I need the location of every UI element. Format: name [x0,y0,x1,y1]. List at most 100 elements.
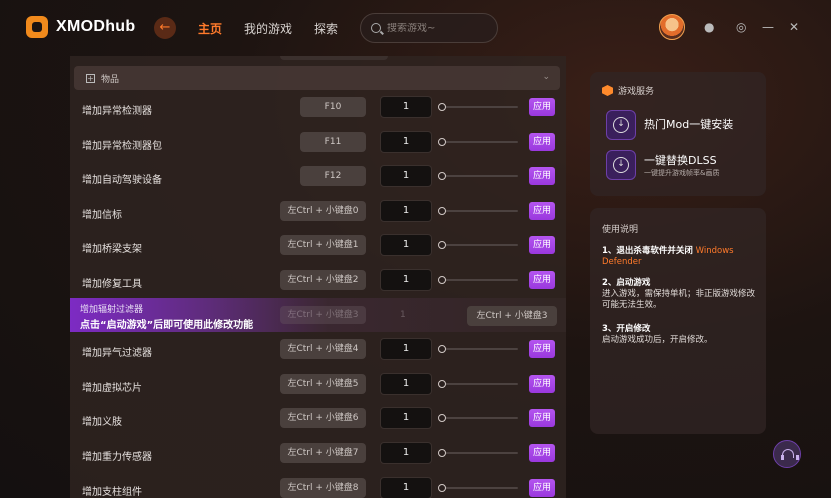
mod-label: 增加重力传感器 [82,452,152,463]
slider-handle[interactable] [438,172,446,180]
app-logo[interactable]: XMODhub [26,16,135,38]
slider-handle[interactable] [438,276,446,284]
help-step-2: 2、启动游戏 进入游戏，需保持单机；非正版游戏修改可能无法生效。 [602,278,762,311]
apply-button[interactable]: 应用 [529,236,555,254]
quantity-input[interactable]: 1 [380,165,432,187]
service-mod-install[interactable]: ↓ 热门Mod一键安装 [606,110,756,142]
slider-handle[interactable] [438,138,446,146]
quantity-input[interactable]: 1 [380,373,432,395]
search-input[interactable] [387,22,487,34]
slider-handle[interactable] [438,207,446,215]
close-icon[interactable]: ✕ [789,20,799,34]
slider-handle[interactable] [438,103,446,111]
minimize-icon[interactable]: — [762,20,774,34]
list-item: 增加虚拟芯片 左Ctrl + 小键盘5 1 应用 [70,368,566,402]
quantity-slider[interactable] [438,276,518,284]
quantity-slider[interactable] [438,172,518,180]
hotkey-field[interactable]: F12 [300,166,366,186]
hotkey-field[interactable]: 左Ctrl + 小键盘5 [280,374,366,394]
apply-button[interactable]: 应用 [529,133,555,151]
expand-icon: + [86,73,95,83]
slider-handle[interactable] [438,484,446,492]
quantity-slider[interactable] [438,380,518,388]
section-header-items[interactable]: + 物品 ⌄ [74,66,560,90]
quantity-input[interactable]: 1 [380,407,432,429]
quantity-slider[interactable] [438,207,518,215]
apply-button[interactable]: 应用 [529,271,555,289]
list-item: 增加信标 左Ctrl + 小键盘0 1 应用 [70,195,566,229]
step-heading: 启动游戏 [616,278,651,288]
quantity-input[interactable]: 1 [380,477,432,498]
list-item: 增加重力传感器 左Ctrl + 小键盘7 1 应用 [70,437,566,471]
hotkey-field[interactable]: 左Ctrl + 小键盘3 [467,306,557,326]
step-body: 进入游戏，需保持单机；非正版游戏修改可能无法生效。 [602,289,756,310]
hotkey-field[interactable]: 左Ctrl + 小键盘2 [280,270,366,290]
service-dlss-replace[interactable]: ↓ 一键替换DLSS 一键提升游戏帧率&画质 [606,150,756,182]
help-step-3: 3、开启修改 启动游戏成功后，开启修改。 [602,324,762,346]
step-body: 启动游戏成功后，开启修改。 [602,335,713,345]
avatar[interactable] [659,14,685,40]
download-button[interactable]: ↓ [606,150,636,180]
disabled-mod-row: 增加辐射过滤器 点击“启动游戏”后即可使用此修改功能 左Ctrl + 小键盘3 … [70,298,566,332]
quantity-input[interactable]: 1 [380,131,432,153]
list-item: 增加异气过滤器 左Ctrl + 小键盘4 1 应用 [70,333,566,367]
apply-button[interactable]: 应用 [529,202,555,220]
slider-handle[interactable] [438,241,446,249]
step-number: 1、 [602,246,617,256]
quantity-input[interactable]: 1 [380,442,432,464]
apply-button[interactable]: 应用 [529,167,555,185]
slider-handle[interactable] [438,380,446,388]
logo-icon [26,16,48,38]
hotkey-field[interactable]: 左Ctrl + 小键盘4 [280,339,366,359]
quantity-input[interactable]: 1 [380,200,432,222]
nav-item-explore[interactable]: 探索 [314,20,338,37]
mod-label: 增加修复工具 [82,279,142,290]
quantity-input[interactable]: 1 [380,96,432,118]
theme-icon[interactable]: ● [704,20,714,34]
settings-icon[interactable]: ◎ [736,20,746,34]
quantity-slider[interactable] [438,345,518,353]
apply-button[interactable]: 应用 [529,409,555,427]
hotkey-field[interactable]: 左Ctrl + 小键盘0 [280,201,366,221]
disabled-quantity: 1 [400,310,406,320]
slider-handle[interactable] [438,414,446,422]
apply-button[interactable]: 应用 [529,444,555,462]
hotkey-field[interactable]: 左Ctrl + 小键盘8 [280,478,366,498]
hotkey-field[interactable]: 左Ctrl + 小键盘6 [280,408,366,428]
headset-support-icon[interactable] [773,440,801,468]
list-item: 增加异常检测器 F10 1 应用 [70,91,566,125]
quantity-slider[interactable] [438,103,518,111]
section-title: 物品 [101,74,120,85]
mod-label: 增加桥梁支架 [82,244,142,255]
slider-handle[interactable] [438,449,446,457]
quantity-input[interactable]: 1 [380,338,432,360]
quantity-slider[interactable] [438,449,518,457]
back-arrow-icon[interactable]: ← [154,17,176,39]
main-nav: 主页 我的游戏 探索 [198,20,338,37]
hotkey-field[interactable]: F11 [300,132,366,152]
launch-game-notice: 点击“启动游戏”后即可使用此修改功能 [80,320,254,331]
hotkey-field[interactable]: F10 [300,97,366,117]
quantity-input[interactable]: 1 [380,269,432,291]
download-button[interactable]: ↓ [606,110,636,140]
hotkey-field[interactable]: 左Ctrl + 小键盘7 [280,443,366,463]
apply-button[interactable]: 应用 [529,340,555,358]
apply-button[interactable]: 应用 [529,375,555,393]
apply-button[interactable]: 应用 [529,98,555,116]
nav-item-home[interactable]: 主页 [198,20,222,37]
nav-item-my-games[interactable]: 我的游戏 [244,20,292,37]
apply-button[interactable]: 应用 [529,479,555,497]
slider-handle[interactable] [438,345,446,353]
hotkey-field[interactable]: 左Ctrl + 小键盘1 [280,235,366,255]
quantity-slider[interactable] [438,414,518,422]
search-box[interactable] [360,13,498,43]
app-name: XMODhub [56,18,136,35]
quantity-input[interactable]: 1 [380,234,432,256]
mod-label: 增加虚拟芯片 [82,383,142,394]
quantity-slider[interactable] [438,484,518,492]
quantity-slider[interactable] [438,241,518,249]
step-number: 2、 [602,278,617,288]
mod-label: 增加信标 [82,210,122,221]
quantity-slider[interactable] [438,138,518,146]
list-item: 增加自动驾驶设备 F12 1 应用 [70,160,566,194]
